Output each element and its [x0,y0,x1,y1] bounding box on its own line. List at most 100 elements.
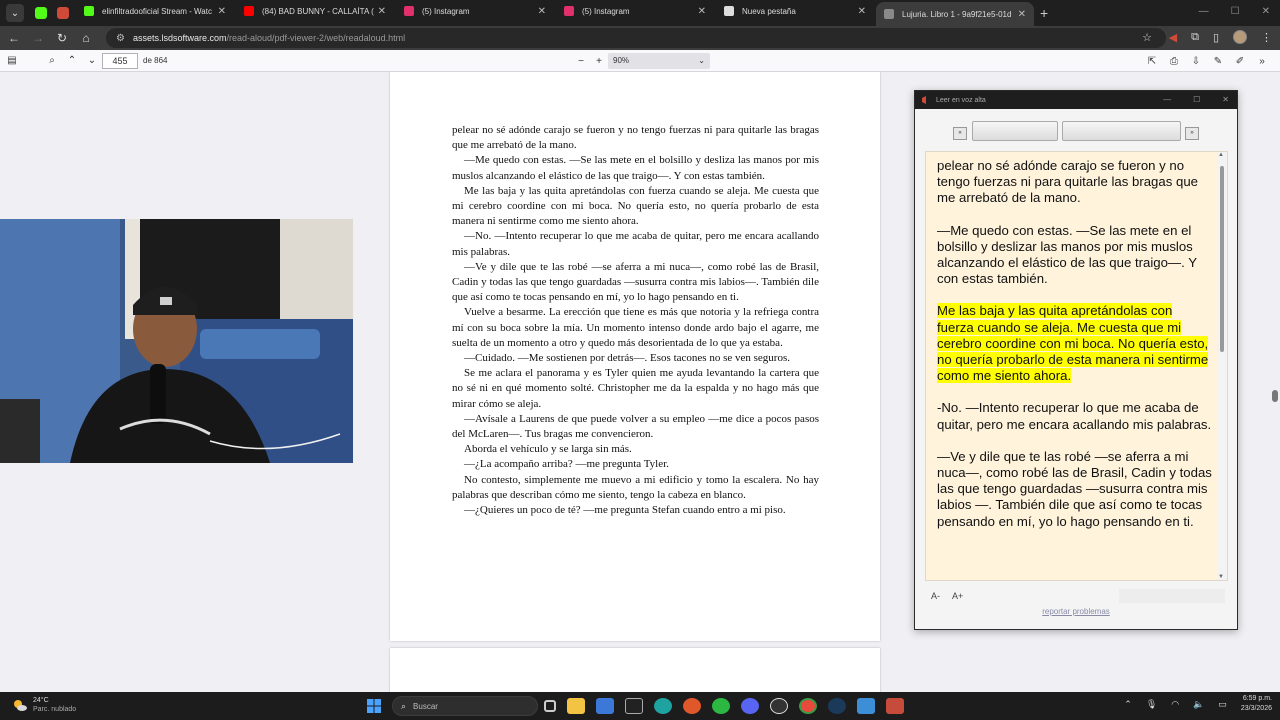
brave-icon[interactable] [683,698,701,714]
address-bar[interactable]: ⚙ assets.lsdsoftware.com/read-aloud/pdf-… [106,28,1166,48]
back-button[interactable]: ← [2,28,26,48]
side-panel-icon[interactable]: ▯ [1213,31,1219,44]
forward-button[interactable]: » [1185,127,1199,140]
forward-button[interactable]: → [26,28,50,48]
close-tab-icon[interactable]: ✕ [1018,9,1026,20]
reload-button[interactable]: ↻ [50,28,74,48]
discord-icon[interactable] [741,698,759,714]
read-aloud-paragraph: -No. —Intento recuperar lo que me acaba … [937,400,1212,432]
browser-tab[interactable]: (84) BAD BUNNY - CALLAÍTA (C ✕ [236,0,394,22]
read-aloud-window: Leer en voz alta — ☐ ✕ « » pelear no sé … [914,90,1238,630]
read-aloud-options-field[interactable] [1119,589,1225,603]
task-view-icon[interactable] [544,700,556,712]
page-count-label: de 864 [143,56,168,65]
read-aloud-scrollbar[interactable]: ▲ ▼ [1217,152,1227,580]
pinned-tab-kick[interactable] [30,2,52,24]
save-icon[interactable]: ⇩ [1186,52,1206,70]
store-icon[interactable] [596,698,614,714]
sidebar-toggle-icon[interactable]: ▤ [2,52,22,70]
font-decrease-button[interactable]: A- [931,591,940,601]
new-tab-button[interactable]: + [1040,5,1048,21]
font-increase-button[interactable]: A+ [952,591,963,601]
tab-favicon-icon [724,6,734,16]
close-tab-icon[interactable]: ✕ [218,6,226,17]
volume-icon[interactable]: 🔈 [1193,699,1204,710]
read-aloud-text-area[interactable]: pelear no sé adónde carajo se fueron y n… [925,151,1228,581]
report-problems-link[interactable]: reportar problemas [915,607,1237,616]
zoom-select[interactable]: 90% ⌄ [608,53,710,69]
stop-button[interactable] [1062,121,1181,141]
draw-icon[interactable]: ✐ [1230,52,1250,70]
rewind-button[interactable]: « [953,127,967,140]
previous-page-icon[interactable]: ⌃ [62,52,82,70]
taskbar-search[interactable]: ⌕ Buscar [392,696,538,716]
scroll-thumb[interactable] [1220,166,1224,352]
read-aloud-paragraph-current: Me las baja y las quita apretándolas con… [937,303,1212,384]
clock[interactable]: 6:59 p.m. 23/3/2026 [1241,694,1272,714]
microphone-icon[interactable]: 🎙 [1146,699,1157,710]
photos-icon[interactable] [857,698,875,714]
maximize-icon[interactable]: ☐ [1193,95,1200,104]
chrome-menu-icon[interactable]: ⋮ [1261,31,1272,44]
file-explorer-icon[interactable] [567,698,585,714]
tab-favicon-icon [84,6,94,16]
megaphone-icon [922,96,926,104]
close-tab-icon[interactable]: ✕ [858,6,866,17]
weather-condition: Parc. nublado [33,706,77,713]
find-icon[interactable]: ⌕ [42,52,62,70]
close-window-icon[interactable]: ✕ [1262,6,1270,17]
print-icon[interactable]: ⎙ [1164,52,1184,70]
maximize-icon[interactable]: ☐ [1231,6,1240,17]
extension-readaloud-icon[interactable]: ◀ [1169,31,1177,44]
windows-start-icon[interactable] [367,699,381,713]
chrome-icon[interactable] [799,698,817,714]
play-pause-button[interactable] [972,121,1058,141]
bookmark-star-icon[interactable]: ☆ [1142,31,1152,44]
pinned-tab-readaloud[interactable] [52,2,74,24]
read-aloud-titlebar[interactable]: Leer en voz alta — ☐ ✕ [915,91,1237,109]
page-paragraph: —¿La acompaño arriba? —me pregunta Tyler… [464,458,669,471]
zoom-out-icon[interactable]: − [571,52,591,70]
weather-widget[interactable]: 24°C Parc. nublado [12,696,76,714]
tab-label: (5) Instagram [422,6,470,16]
next-page-icon[interactable]: ⌄ [82,52,102,70]
open-file-icon[interactable]: ⇱ [1142,52,1162,70]
home-button[interactable]: ⌂ [74,28,98,48]
profile-avatar[interactable] [1233,30,1247,44]
zoom-in-icon[interactable]: + [589,52,609,70]
browser-tab[interactable]: (5) Instagram ✕ [556,0,714,22]
close-tab-icon[interactable]: ✕ [378,6,386,17]
extensions-puzzle-icon[interactable]: ⧉ [1191,31,1199,44]
tab-search-button[interactable]: ⌄ [6,4,24,22]
browser-tab[interactable]: Lujuria. Libro 1 - 9a9f21e5-01d ✕ [876,2,1034,26]
site-info-icon[interactable]: ⚙ [116,33,125,44]
close-icon[interactable]: ✕ [1222,95,1229,104]
highlight-icon[interactable]: ✎ [1208,52,1228,70]
browser-tab[interactable]: (5) Instagram ✕ [396,0,554,22]
scroll-up-icon[interactable]: ▲ [1218,152,1224,158]
browser-tab[interactable]: Nueva pestaña ✕ [716,0,874,22]
tools-menu-icon[interactable]: » [1252,52,1272,70]
readaloud-taskbar-icon[interactable] [886,698,904,714]
whatsapp-icon[interactable] [712,698,730,714]
capcut-icon[interactable] [625,698,643,714]
zoom-value: 90% [613,56,630,65]
viewer-scrollbar[interactable] [1272,390,1278,402]
browser-tab[interactable]: elinfiltradooficial Stream - Watc ✕ [76,0,234,22]
tray-overflow-icon[interactable]: ⌃ [1124,699,1132,710]
page-paragraph: Se me aclara el panorama y es Tyler quie… [452,367,819,410]
scroll-down-icon[interactable]: ▼ [1218,574,1224,580]
pdf-page: pelear no sé adónde carajo se fueron y n… [390,72,880,641]
edge-icon[interactable] [654,698,672,714]
minimize-icon[interactable]: — [1163,95,1171,104]
minimize-icon[interactable]: — [1199,6,1209,17]
battery-icon[interactable]: ▭ [1218,699,1227,710]
toolbar-right: ◀ ⧉ ▯ ⋮ [1169,30,1272,44]
wifi-icon[interactable]: ◠ [1171,699,1179,710]
read-aloud-footer: A- A+ reportar problemas [915,587,1237,627]
obs-icon[interactable] [770,698,788,714]
steam-icon[interactable] [828,698,846,714]
close-tab-icon[interactable]: ✕ [538,6,546,17]
page-number-input[interactable]: 455 [102,53,138,69]
close-tab-icon[interactable]: ✕ [698,6,706,17]
